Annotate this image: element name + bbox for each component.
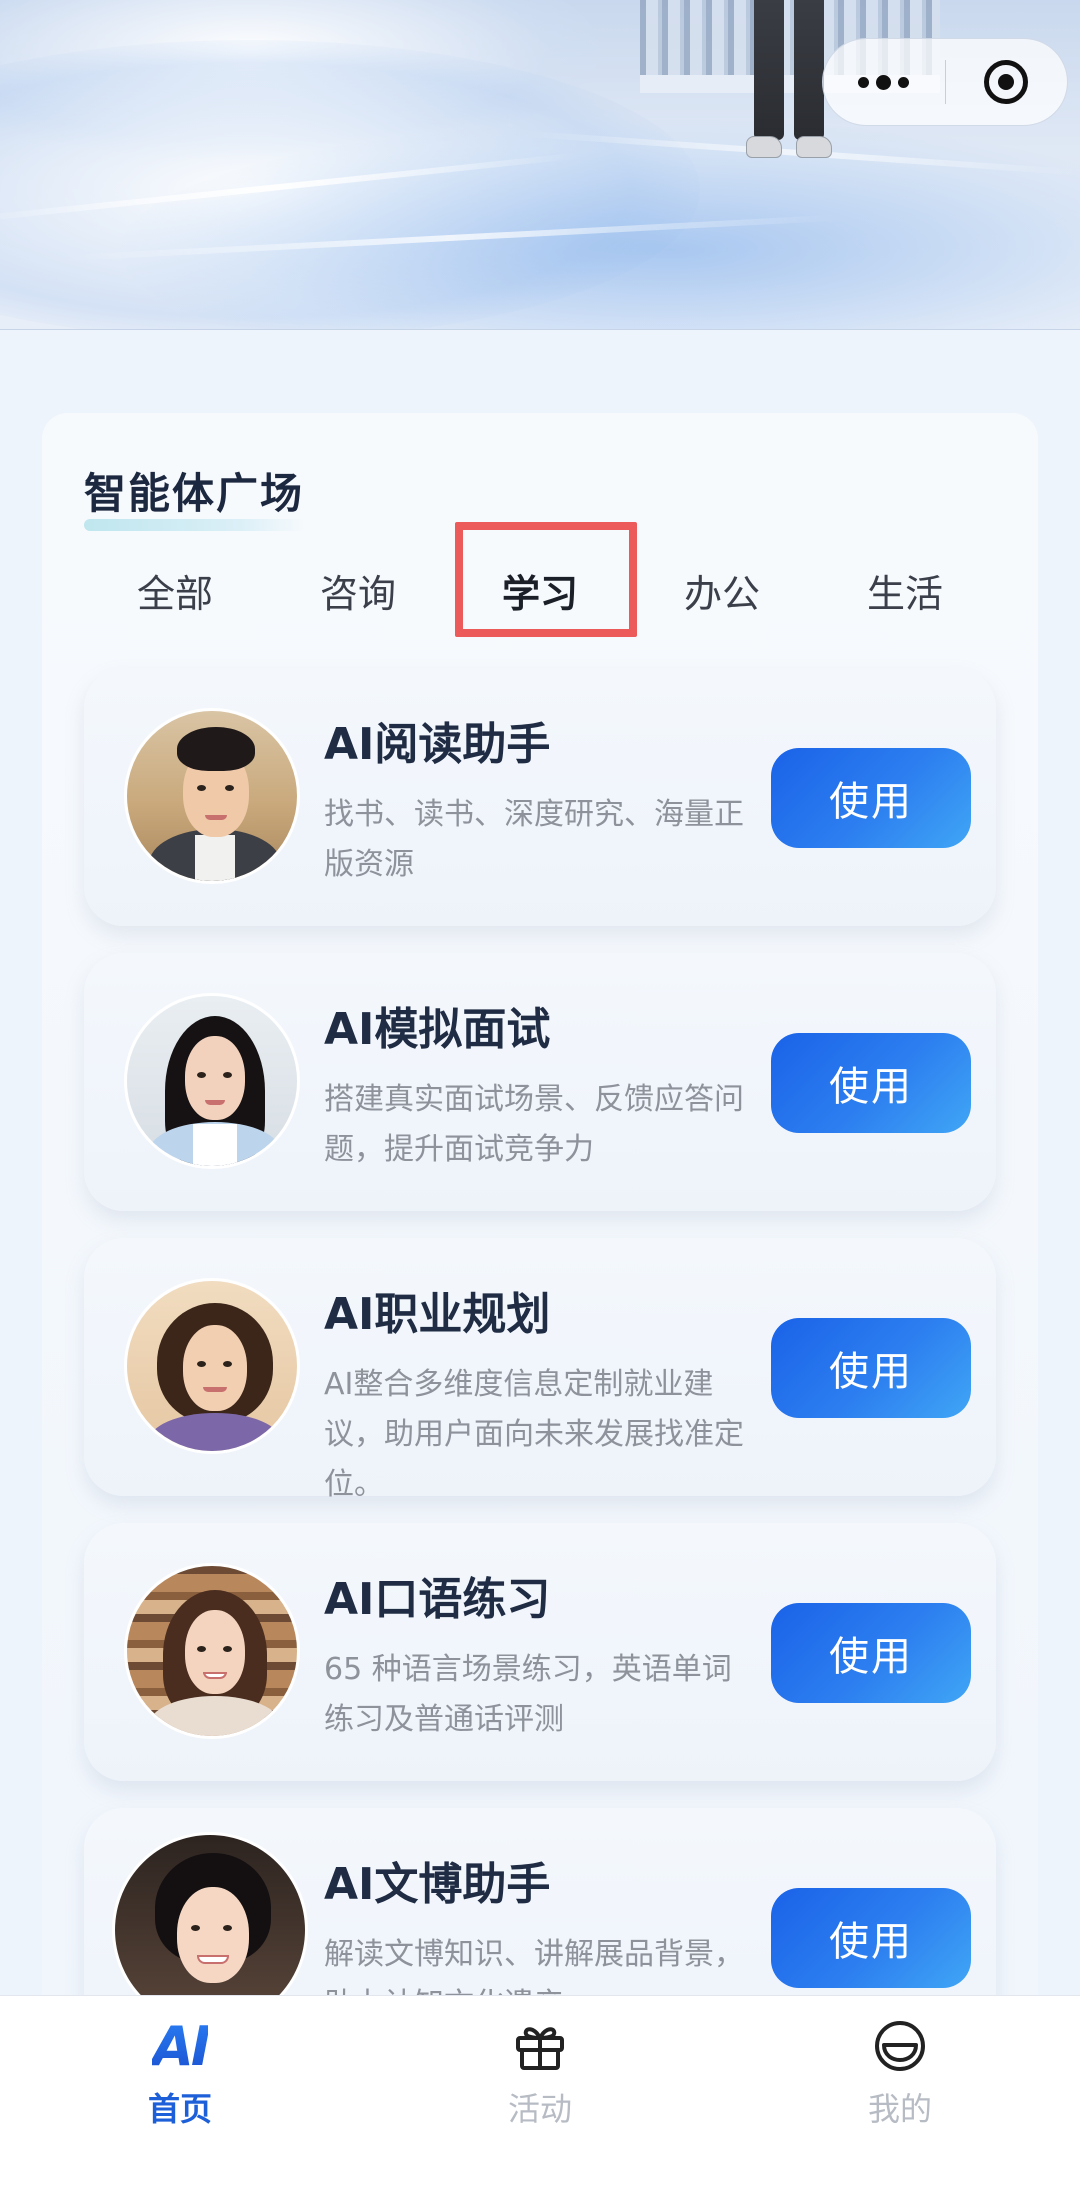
agent-description: AI整合多维度信息定制就业建议，助用户面向未来发展找准定位。 — [324, 1367, 744, 1502]
section-title: 智能体广场 — [84, 469, 305, 518]
nav-profile-label: 我的 — [867, 2090, 932, 2128]
agent-avatar — [124, 708, 300, 884]
bottom-nav: AI 首页 活动 我的 — [0, 1995, 1080, 2185]
nav-activity-label: 活动 — [507, 2090, 572, 2128]
avatar-figure-image — [746, 0, 832, 158]
agent-name: AI文博助手 — [324, 1859, 551, 1910]
agent-avatar — [124, 1563, 300, 1739]
tab-all[interactable]: 全部 — [100, 545, 250, 635]
tab-highlight-box — [455, 522, 637, 637]
nav-home-label: 首页 — [147, 2090, 212, 2128]
agent-name: AI口语练习 — [324, 1574, 551, 1625]
use-button[interactable]: 使用 — [771, 1888, 971, 1988]
agent-card-career[interactable]: AI职业规划 AI整合多维度信息定制就业建议，助用户面向未来发展找准定位。 使用 — [84, 1238, 996, 1502]
nav-profile[interactable]: 我的 — [800, 1996, 1000, 2146]
use-button[interactable]: 使用 — [771, 1318, 971, 1418]
tab-life[interactable]: 生活 — [830, 545, 980, 635]
target-close-icon — [984, 60, 1029, 104]
gift-icon — [505, 2016, 575, 2076]
nav-home[interactable]: AI 首页 — [80, 1996, 280, 2146]
section-title-underline — [84, 519, 306, 531]
use-button[interactable]: 使用 — [771, 1033, 971, 1133]
agent-description: 搭建真实面试场景、反馈应答问题，提升面试竞争力 — [324, 1082, 744, 1167]
tab-consult[interactable]: 咨询 — [283, 545, 433, 635]
tab-office[interactable]: 办公 — [647, 545, 797, 635]
close-button[interactable] — [946, 39, 1068, 125]
agent-avatar — [124, 993, 300, 1169]
nav-activity[interactable]: 活动 — [440, 1996, 640, 2146]
agent-avatar — [124, 1278, 300, 1454]
agent-name: AI职业规划 — [324, 1289, 551, 1340]
agent-name: AI阅读助手 — [324, 719, 551, 770]
more-button[interactable] — [823, 39, 945, 125]
agent-description: 找书、读书、深度研究、海量正版资源 — [324, 797, 744, 882]
agent-description: 65 种语言场景练习，英语单词练习及普通话评测 — [324, 1652, 732, 1737]
agent-card-speaking[interactable]: AI口语练习 65 种语言场景练习，英语单词练习及普通话评测 使用 — [84, 1523, 996, 1781]
ai-logo-icon: AI — [152, 2014, 211, 2078]
header-banner — [0, 0, 1080, 330]
agent-card-reading[interactable]: AI阅读助手 找书、读书、深度研究、海量正版资源 使用 — [84, 668, 996, 926]
profile-face-icon — [865, 2016, 935, 2076]
use-button[interactable]: 使用 — [771, 1603, 971, 1703]
use-button[interactable]: 使用 — [771, 748, 971, 848]
more-dots-icon — [858, 74, 910, 90]
agent-name: AI模拟面试 — [324, 1004, 551, 1055]
agent-card-interview[interactable]: AI模拟面试 搭建真实面试场景、反馈应答问题，提升面试竞争力 使用 — [84, 953, 996, 1211]
mini-program-capsule — [822, 38, 1068, 126]
